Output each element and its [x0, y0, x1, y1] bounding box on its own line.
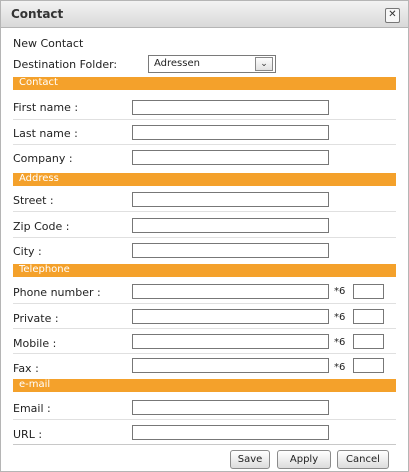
city-input[interactable] — [132, 243, 329, 258]
company-input[interactable] — [132, 150, 329, 165]
company-label: Company : — [13, 152, 73, 165]
street-input[interactable] — [132, 192, 329, 207]
section-address-label: Address — [19, 173, 59, 184]
fax-input[interactable] — [132, 358, 329, 373]
first-name-input[interactable] — [132, 100, 329, 115]
new-contact-label: New Contact — [13, 37, 84, 50]
first-name-label: First name : — [13, 101, 79, 114]
fax-suffix: *6 — [334, 362, 346, 373]
row-divider — [13, 419, 396, 420]
section-telephone-label: Telephone — [19, 264, 70, 275]
row-divider — [13, 328, 396, 329]
phone-number-extra-input[interactable] — [353, 284, 384, 299]
contact-dialog: Contact ✕ New Contact Destination Folder… — [0, 0, 409, 472]
phone-number-input[interactable] — [132, 284, 329, 299]
zip-code-label: Zip Code : — [13, 220, 70, 233]
zip-code-input[interactable] — [132, 218, 329, 233]
fax-label: Fax : — [13, 362, 39, 375]
chevron-down-icon[interactable]: ⌄ — [255, 57, 273, 71]
mobile-label: Mobile : — [13, 337, 57, 350]
row-divider — [13, 237, 396, 238]
street-label: Street : — [13, 194, 54, 207]
private-extra-input[interactable] — [353, 309, 384, 324]
section-address: Address — [13, 173, 396, 186]
cancel-button[interactable]: Cancel — [337, 450, 389, 469]
apply-button[interactable]: Apply — [277, 450, 331, 469]
email-label: Email : — [13, 402, 51, 415]
row-divider — [13, 353, 396, 354]
section-email: e-mail — [13, 379, 396, 392]
row-divider — [13, 144, 396, 145]
section-contact: Contact — [13, 77, 396, 90]
window-title: Contact — [11, 7, 64, 21]
private-suffix: *6 — [334, 312, 346, 323]
url-input[interactable] — [132, 425, 329, 440]
save-button[interactable]: Save — [230, 450, 270, 469]
destination-folder-label: Destination Folder: — [13, 58, 118, 71]
row-divider — [13, 303, 396, 304]
fax-extra-input[interactable] — [353, 358, 384, 373]
mobile-suffix: *6 — [334, 337, 346, 348]
section-telephone: Telephone — [13, 264, 396, 277]
close-icon[interactable]: ✕ — [385, 8, 400, 23]
row-divider — [13, 119, 396, 120]
private-label: Private : — [13, 312, 59, 325]
destination-folder-select[interactable]: Adressen ⌄ — [148, 55, 276, 73]
title-bar: Contact ✕ — [1, 1, 408, 28]
button-bar-divider — [13, 444, 396, 445]
last-name-input[interactable] — [132, 125, 329, 140]
section-contact-label: Contact — [19, 77, 58, 88]
private-input[interactable] — [132, 309, 329, 324]
mobile-extra-input[interactable] — [353, 334, 384, 349]
email-input[interactable] — [132, 400, 329, 415]
destination-folder-value: Adressen — [154, 58, 200, 69]
phone-number-suffix: *6 — [334, 286, 346, 297]
mobile-input[interactable] — [132, 334, 329, 349]
url-label: URL : — [13, 428, 43, 441]
row-divider — [13, 211, 396, 212]
city-label: City : — [13, 245, 42, 258]
section-email-label: e-mail — [19, 379, 51, 390]
last-name-label: Last name : — [13, 127, 78, 140]
phone-number-label: Phone number : — [13, 286, 101, 299]
